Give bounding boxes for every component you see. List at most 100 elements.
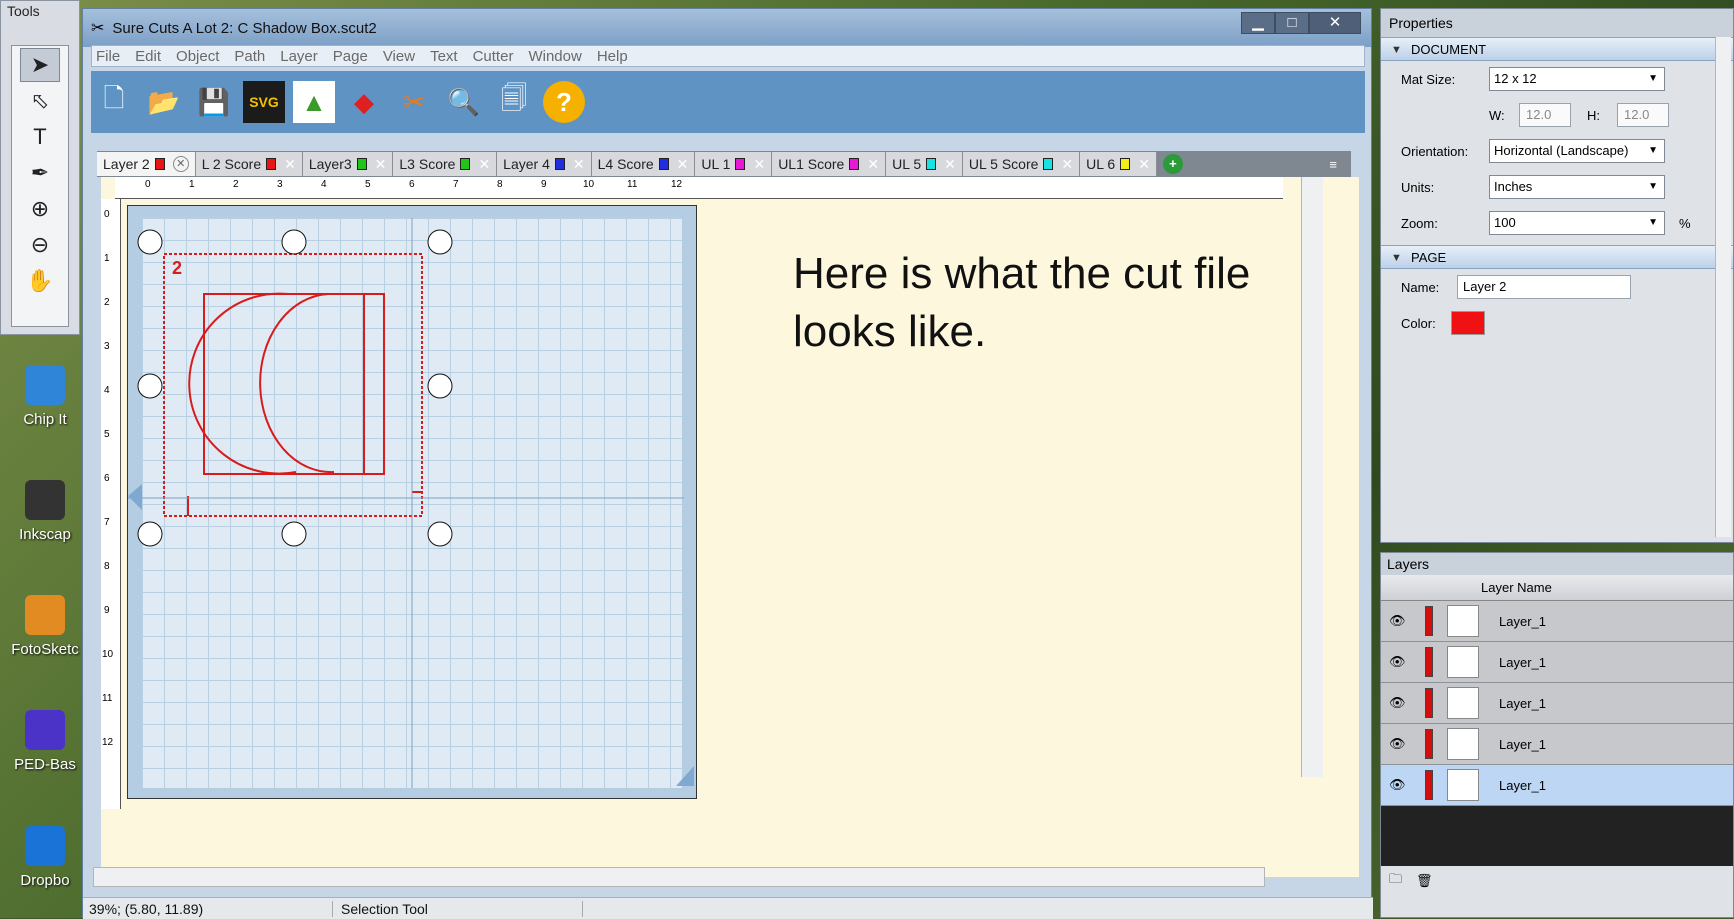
- tab-color-swatch: [356, 158, 367, 170]
- color-swatch[interactable]: [1451, 311, 1485, 335]
- selection-tool-icon[interactable]: ➤: [20, 48, 60, 82]
- hand-tool-icon[interactable]: ✋: [20, 264, 60, 298]
- add-image-icon[interactable]: ▲: [293, 81, 335, 123]
- new-layer-icon[interactable]: 🗀: [1389, 870, 1402, 892]
- desktop-icon-dropbox[interactable]: Dropbo: [2, 826, 88, 889]
- design-artwork[interactable]: 2: [128, 206, 698, 800]
- eye-icon[interactable]: 👁: [1389, 777, 1415, 793]
- menu-path[interactable]: Path: [234, 48, 265, 65]
- horizontal-scrollbar[interactable]: [93, 867, 1265, 887]
- desktop-icon-inkscape[interactable]: Inkscap: [2, 480, 88, 543]
- close-tab-icon[interactable]: ✕: [1061, 156, 1073, 173]
- tab-l2-score[interactable]: L 2 Score ✕: [195, 152, 303, 176]
- cut-icon[interactable]: ✂: [393, 81, 435, 123]
- status-bar: 39%; (5.80, 11.89) Selection Tool: [83, 897, 1373, 919]
- open-file-icon[interactable]: 📂: [143, 81, 185, 123]
- close-tab-icon[interactable]: ✕: [753, 156, 765, 173]
- close-tab-icon[interactable]: ✕: [478, 156, 490, 173]
- menu-layer[interactable]: Layer: [280, 48, 318, 65]
- close-tab-icon[interactable]: ✕: [1138, 156, 1150, 173]
- resize-vertical-handle-icon: [281, 229, 307, 255]
- layer-row[interactable]: 👁 Layer_1: [1381, 724, 1733, 765]
- layer-row[interactable]: 👁 Layer_1: [1381, 601, 1733, 642]
- new-document-icon[interactable]: 🗋: [93, 81, 135, 123]
- tab-l3-score[interactable]: L3 Score ✕: [393, 152, 498, 176]
- vertical-scrollbar[interactable]: [1301, 177, 1323, 777]
- zoom-select[interactable]: 100: [1489, 211, 1665, 235]
- menu-edit[interactable]: Edit: [135, 48, 161, 65]
- layer-row[interactable]: 👁 Layer_1: [1381, 642, 1733, 683]
- tab-menu-icon[interactable]: ≡: [1329, 157, 1337, 172]
- tab-layer3[interactable]: Layer3 ✕: [302, 152, 394, 176]
- mat-size-select[interactable]: 12 x 12: [1489, 67, 1665, 91]
- tab-ul-1[interactable]: UL 1 ✕: [695, 152, 773, 176]
- page-preview-icon[interactable]: 🗐: [493, 81, 535, 123]
- node-edit-tool-icon[interactable]: ⬁: [20, 84, 60, 118]
- toolbar: 🗋 📂 💾 SVG ▲ ◆ ✂ 🔍 🗐 ?: [91, 71, 1365, 133]
- tab-l4-score[interactable]: L4 Score ✕: [591, 152, 696, 176]
- tab-layer-2[interactable]: Layer 2 ✕: [97, 152, 196, 176]
- close-tab-icon[interactable]: ✕: [375, 156, 387, 173]
- close-tab-icon[interactable]: ✕: [944, 156, 956, 173]
- layer-thumbnail: [1447, 687, 1479, 719]
- import-svg-icon[interactable]: SVG: [243, 81, 285, 123]
- close-tab-icon[interactable]: ✕: [867, 156, 879, 173]
- maximize-button[interactable]: □: [1275, 12, 1309, 34]
- desktop-icon-fotosketcher[interactable]: FotoSketc: [2, 595, 88, 658]
- zoom-in-icon[interactable]: ⊕: [20, 192, 60, 226]
- save-icon[interactable]: 💾: [193, 81, 235, 123]
- close-tab-icon[interactable]: ✕: [573, 156, 585, 173]
- cutting-mat[interactable]: 2: [127, 205, 697, 799]
- menu-window[interactable]: Window: [528, 48, 581, 65]
- pen-tool-icon[interactable]: ✒: [20, 156, 60, 190]
- annotation-text: Here is what the cut file looks like.: [793, 249, 1251, 356]
- add-tab-icon[interactable]: +: [1162, 154, 1183, 174]
- tab-layer-4[interactable]: Layer 4 ✕: [497, 152, 592, 176]
- ruler-tick: 11: [627, 179, 638, 190]
- orientation-select[interactable]: Horizontal (Landscape): [1489, 139, 1665, 163]
- minimize-button[interactable]: ▁: [1241, 12, 1275, 34]
- properties-scrollbar[interactable]: [1715, 37, 1731, 537]
- eye-icon[interactable]: 👁: [1389, 654, 1415, 670]
- tab-label: UL 1: [701, 156, 731, 172]
- canvas-area[interactable]: 0 1 2 3 4 5 6 7 8 9 10 11 12 0 1 2 3 4 5…: [101, 177, 1359, 877]
- zoom-out-icon[interactable]: ⊖: [20, 228, 60, 262]
- layers-empty-area: [1381, 806, 1733, 866]
- menu-page[interactable]: Page: [333, 48, 368, 65]
- menu-help[interactable]: Help: [597, 48, 628, 65]
- tab-ul-5-score[interactable]: UL 5 Score ✕: [962, 152, 1081, 176]
- menu-cutter[interactable]: Cutter: [473, 48, 514, 65]
- menu-text[interactable]: Text: [430, 48, 458, 65]
- help-icon[interactable]: ?: [543, 81, 585, 123]
- tab-ul-5[interactable]: UL 5 ✕: [886, 152, 963, 176]
- menu-bar: File Edit Object Path Layer Page View Te…: [91, 45, 1365, 67]
- menu-object[interactable]: Object: [176, 48, 219, 65]
- menu-view[interactable]: View: [383, 48, 415, 65]
- units-select[interactable]: Inches: [1489, 175, 1665, 199]
- preview-icon[interactable]: 🔍: [443, 81, 485, 123]
- eye-icon[interactable]: 👁: [1389, 736, 1415, 752]
- tab-ul1-score[interactable]: UL1 Score ✕: [772, 152, 887, 176]
- move-handle-icon: [427, 521, 453, 547]
- close-button[interactable]: ✕: [1309, 12, 1361, 34]
- document-section-header[interactable]: DOCUMENT: [1381, 37, 1733, 62]
- add-shapes-icon[interactable]: ◆: [343, 81, 385, 123]
- tab-ul-6[interactable]: UL 6 ✕: [1080, 152, 1157, 176]
- resize-horizontal-handle-icon: [137, 373, 163, 399]
- desktop-icon-chip-it[interactable]: Chip It: [2, 365, 88, 428]
- menu-file[interactable]: File: [96, 48, 120, 65]
- page-section-header[interactable]: PAGE: [1381, 245, 1733, 270]
- trash-icon[interactable]: 🗑: [1416, 873, 1433, 889]
- dropbox-icon: [25, 826, 65, 866]
- page-name-input[interactable]: Layer 2: [1457, 275, 1631, 299]
- layer-row-selected[interactable]: 👁 Layer_1: [1381, 765, 1733, 806]
- desktop-icon-ped-basic[interactable]: PED-Bas: [2, 710, 88, 773]
- layer-name: Layer_1: [1499, 777, 1546, 793]
- eye-icon[interactable]: 👁: [1389, 695, 1415, 711]
- close-tab-icon[interactable]: ✕: [284, 156, 296, 173]
- eye-icon[interactable]: 👁: [1389, 613, 1415, 629]
- close-tab-icon[interactable]: ✕: [677, 156, 689, 173]
- text-tool-icon[interactable]: T: [20, 120, 60, 154]
- layer-row[interactable]: 👁 Layer_1: [1381, 683, 1733, 724]
- close-tab-icon[interactable]: ✕: [172, 156, 189, 172]
